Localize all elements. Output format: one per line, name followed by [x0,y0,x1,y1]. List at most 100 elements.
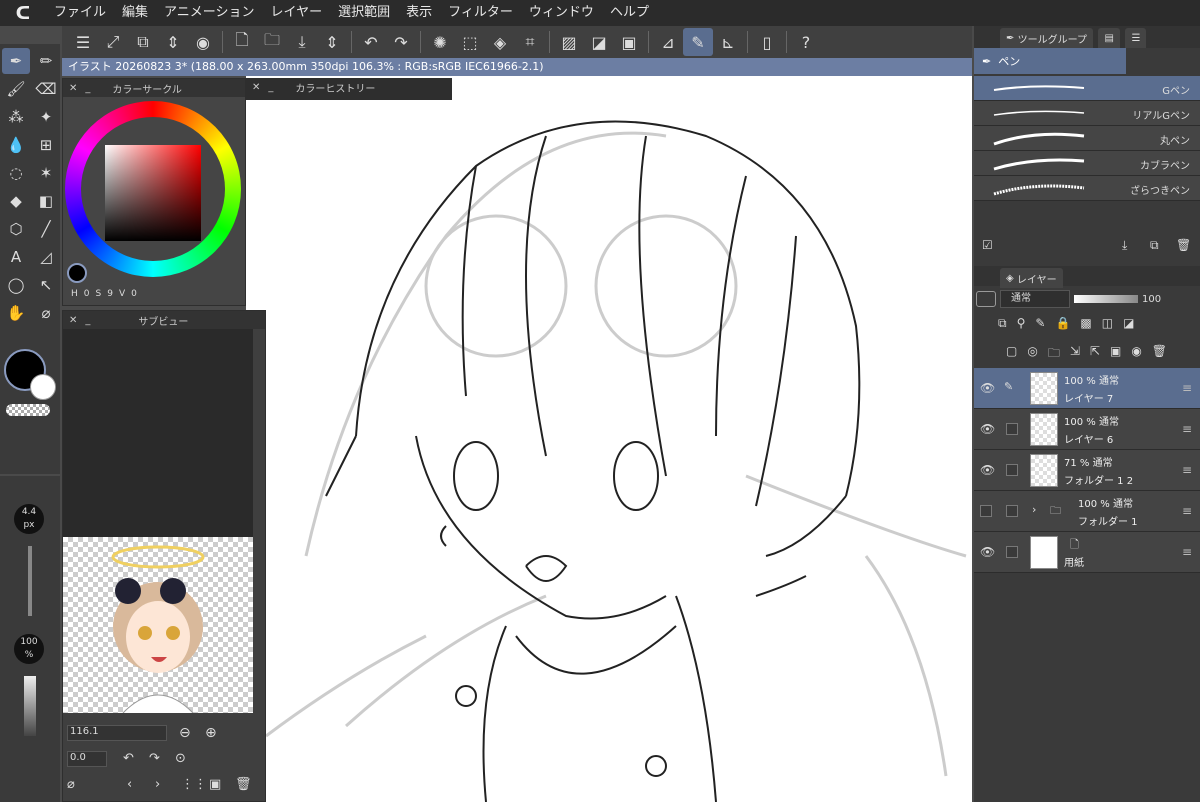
new-file-icon[interactable]: 🗋 [227,28,257,56]
brush-tool-icon[interactable]: 🖌 [2,76,30,102]
brush-copy-icon[interactable]: ⧉ [1150,238,1159,253]
layer-menu-icon[interactable]: ≡ [1182,463,1192,477]
resize-icon[interactable]: ⤢ [98,28,128,56]
select-all-icon[interactable]: ⬚ [455,28,485,56]
current-tool-header[interactable]: ✒ ペン [974,48,1126,74]
tab-tool-group[interactable]: ✒ ツールグループ [1000,28,1093,48]
mask-icon[interactable]: ◫ [1102,316,1113,331]
layer-opacity-value[interactable]: 100 [1142,294,1161,305]
pencil-tool-icon[interactable]: ✏ [32,48,60,74]
redo-icon[interactable]: ↷ [386,28,416,56]
balloon-tool-icon[interactable]: ◯ [2,272,30,298]
brush-item[interactable]: リアルGペン [974,101,1200,126]
lock-alpha-icon[interactable]: ▩ [1080,316,1091,331]
grid-view-icon[interactable]: ⋮⋮ [181,777,207,792]
open-folder-icon[interactable]: 🗀 [257,28,287,56]
chevron-right-icon[interactable]: › [1032,503,1036,516]
delete-image-icon[interactable]: 🗑 [235,777,252,792]
saturation-value-square[interactable] [105,145,201,241]
opacity-slider[interactable] [1074,295,1138,303]
menu-file[interactable]: ファイル [46,0,114,26]
operation-tool-icon[interactable]: ↖ [32,272,60,298]
merge-icon[interactable]: ⇱ [1090,344,1100,365]
hand-tool-icon[interactable]: ✋ [2,300,30,326]
blend-mode-select[interactable]: 通常 [1000,290,1070,308]
text-tool-icon[interactable]: A [2,244,30,270]
import-image-icon[interactable]: ▣ [209,777,221,792]
grid-tool-icon[interactable]: ⊞ [32,132,60,158]
combine-icon[interactable]: ▣ [1110,344,1121,365]
hamburger-icon[interactable]: ☰ [68,28,98,56]
eye-icon[interactable]: 👁 [980,463,995,477]
crop-icon[interactable]: ⌗ [515,28,545,56]
frame-tool-icon[interactable]: ◿ [32,244,60,270]
new-vector-icon[interactable]: ◎ [1027,344,1037,365]
canvas[interactable] [246,76,972,802]
layer-menu-icon[interactable]: ≡ [1182,422,1192,436]
eye-icon[interactable]: 👁 [980,422,995,436]
undo-icon[interactable]: ↶ [356,28,386,56]
brush-item[interactable]: Gペン [974,76,1200,101]
line-tool-icon[interactable]: ╱ [32,216,60,242]
document-title[interactable]: イラスト 20260823 3* (188.00 x 263.00mm 350d… [62,58,972,76]
record-icon[interactable]: ◉ [188,28,218,56]
zoom-in-icon[interactable]: ⊕ [205,725,217,741]
layer-row[interactable]: 👁 🗋 用紙 ≡ [974,532,1200,573]
sub-color-swatch[interactable] [30,374,56,400]
eraser-tool-icon[interactable]: ⌫ [32,76,60,102]
current-color-swatch[interactable] [67,263,87,283]
layer-checkbox[interactable] [1006,423,1018,435]
sparkle-tool-icon[interactable]: ✦ [32,104,60,130]
visibility-checkbox[interactable] [980,505,992,517]
app-logo[interactable]: ᑕ [0,0,46,26]
transfer-icon[interactable]: ⇲ [1070,344,1080,365]
brush-item[interactable]: 丸ペン [974,126,1200,151]
layer-checkbox[interactable] [1006,505,1018,517]
invert-icon[interactable]: ◪ [584,28,614,56]
zoom-out-icon[interactable]: ⊖ [179,725,191,741]
help-icon[interactable]: ? [791,28,821,56]
next-image-icon[interactable]: › [155,777,160,792]
fill-icon[interactable]: ◈ [485,28,515,56]
selection-layer-icon[interactable]: ▣ [614,28,644,56]
minimize-icon[interactable]: _ [268,82,273,93]
new-raster-icon[interactable]: ▢ [1006,344,1017,365]
layer-row[interactable]: 👁 100 % 通常 レイヤー 6 ≡ [974,409,1200,450]
layer-menu-icon[interactable]: ≡ [1182,381,1192,395]
eyedropper-icon[interactable]: ⌀ [67,777,75,792]
gradient-tool-icon[interactable]: ◧ [32,188,60,214]
layer-checkbox[interactable] [1006,546,1018,558]
pen-tool-icon[interactable]: ✒ [2,48,30,74]
minimize-icon[interactable]: _ [85,315,90,326]
brush-size-slider[interactable] [28,546,32,616]
lasso-tool-icon[interactable]: ◌ [2,160,30,186]
lock-icon[interactable]: 🔒 [1055,316,1070,331]
brush-download-icon[interactable]: ⤓ [1122,238,1127,253]
clip-icon[interactable]: ⧉ [998,316,1007,331]
eye-icon[interactable]: 👁 [980,545,995,559]
transform-icon[interactable]: ⧉ [128,28,158,56]
prev-image-icon[interactable]: ‹ [127,777,132,792]
close-icon[interactable]: ✕ [69,83,77,94]
layer-menu-icon[interactable]: ≡ [1182,504,1192,518]
brush-delete-icon[interactable]: 🗑 [1176,238,1191,252]
loading-icon[interactable]: ✺ [425,28,455,56]
layer-row[interactable]: › 🗀 100 % 通常 フォルダー 1 ≡ [974,491,1200,532]
updown2-icon[interactable]: ⇕ [317,28,347,56]
brush-item[interactable]: カブラペン [974,151,1200,176]
layer-checkbox[interactable] [1006,464,1018,476]
opacity-slider[interactable] [24,676,36,736]
menu-help[interactable]: ヘルプ [602,0,657,26]
rotate-input[interactable]: 0.0 [67,751,107,767]
save-icon[interactable]: ⤓ [287,28,317,56]
ruler-icon[interactable]: ◪ [1123,316,1134,331]
brush-item[interactable]: ざらつきペン [974,176,1200,201]
updown-icon[interactable]: ⇕ [158,28,188,56]
clear-selection-icon[interactable]: ▨ [554,28,584,56]
blend-tool-icon[interactable]: 💧 [2,132,30,158]
menu-filter[interactable]: フィルター [440,0,521,26]
tab-sub-tool-detail[interactable]: ☰ [1125,28,1147,48]
rotate-right-icon[interactable]: ↷ [149,751,160,766]
menu-edit[interactable]: 編集 [114,0,156,26]
menu-selection[interactable]: 選択範囲 [330,0,398,26]
